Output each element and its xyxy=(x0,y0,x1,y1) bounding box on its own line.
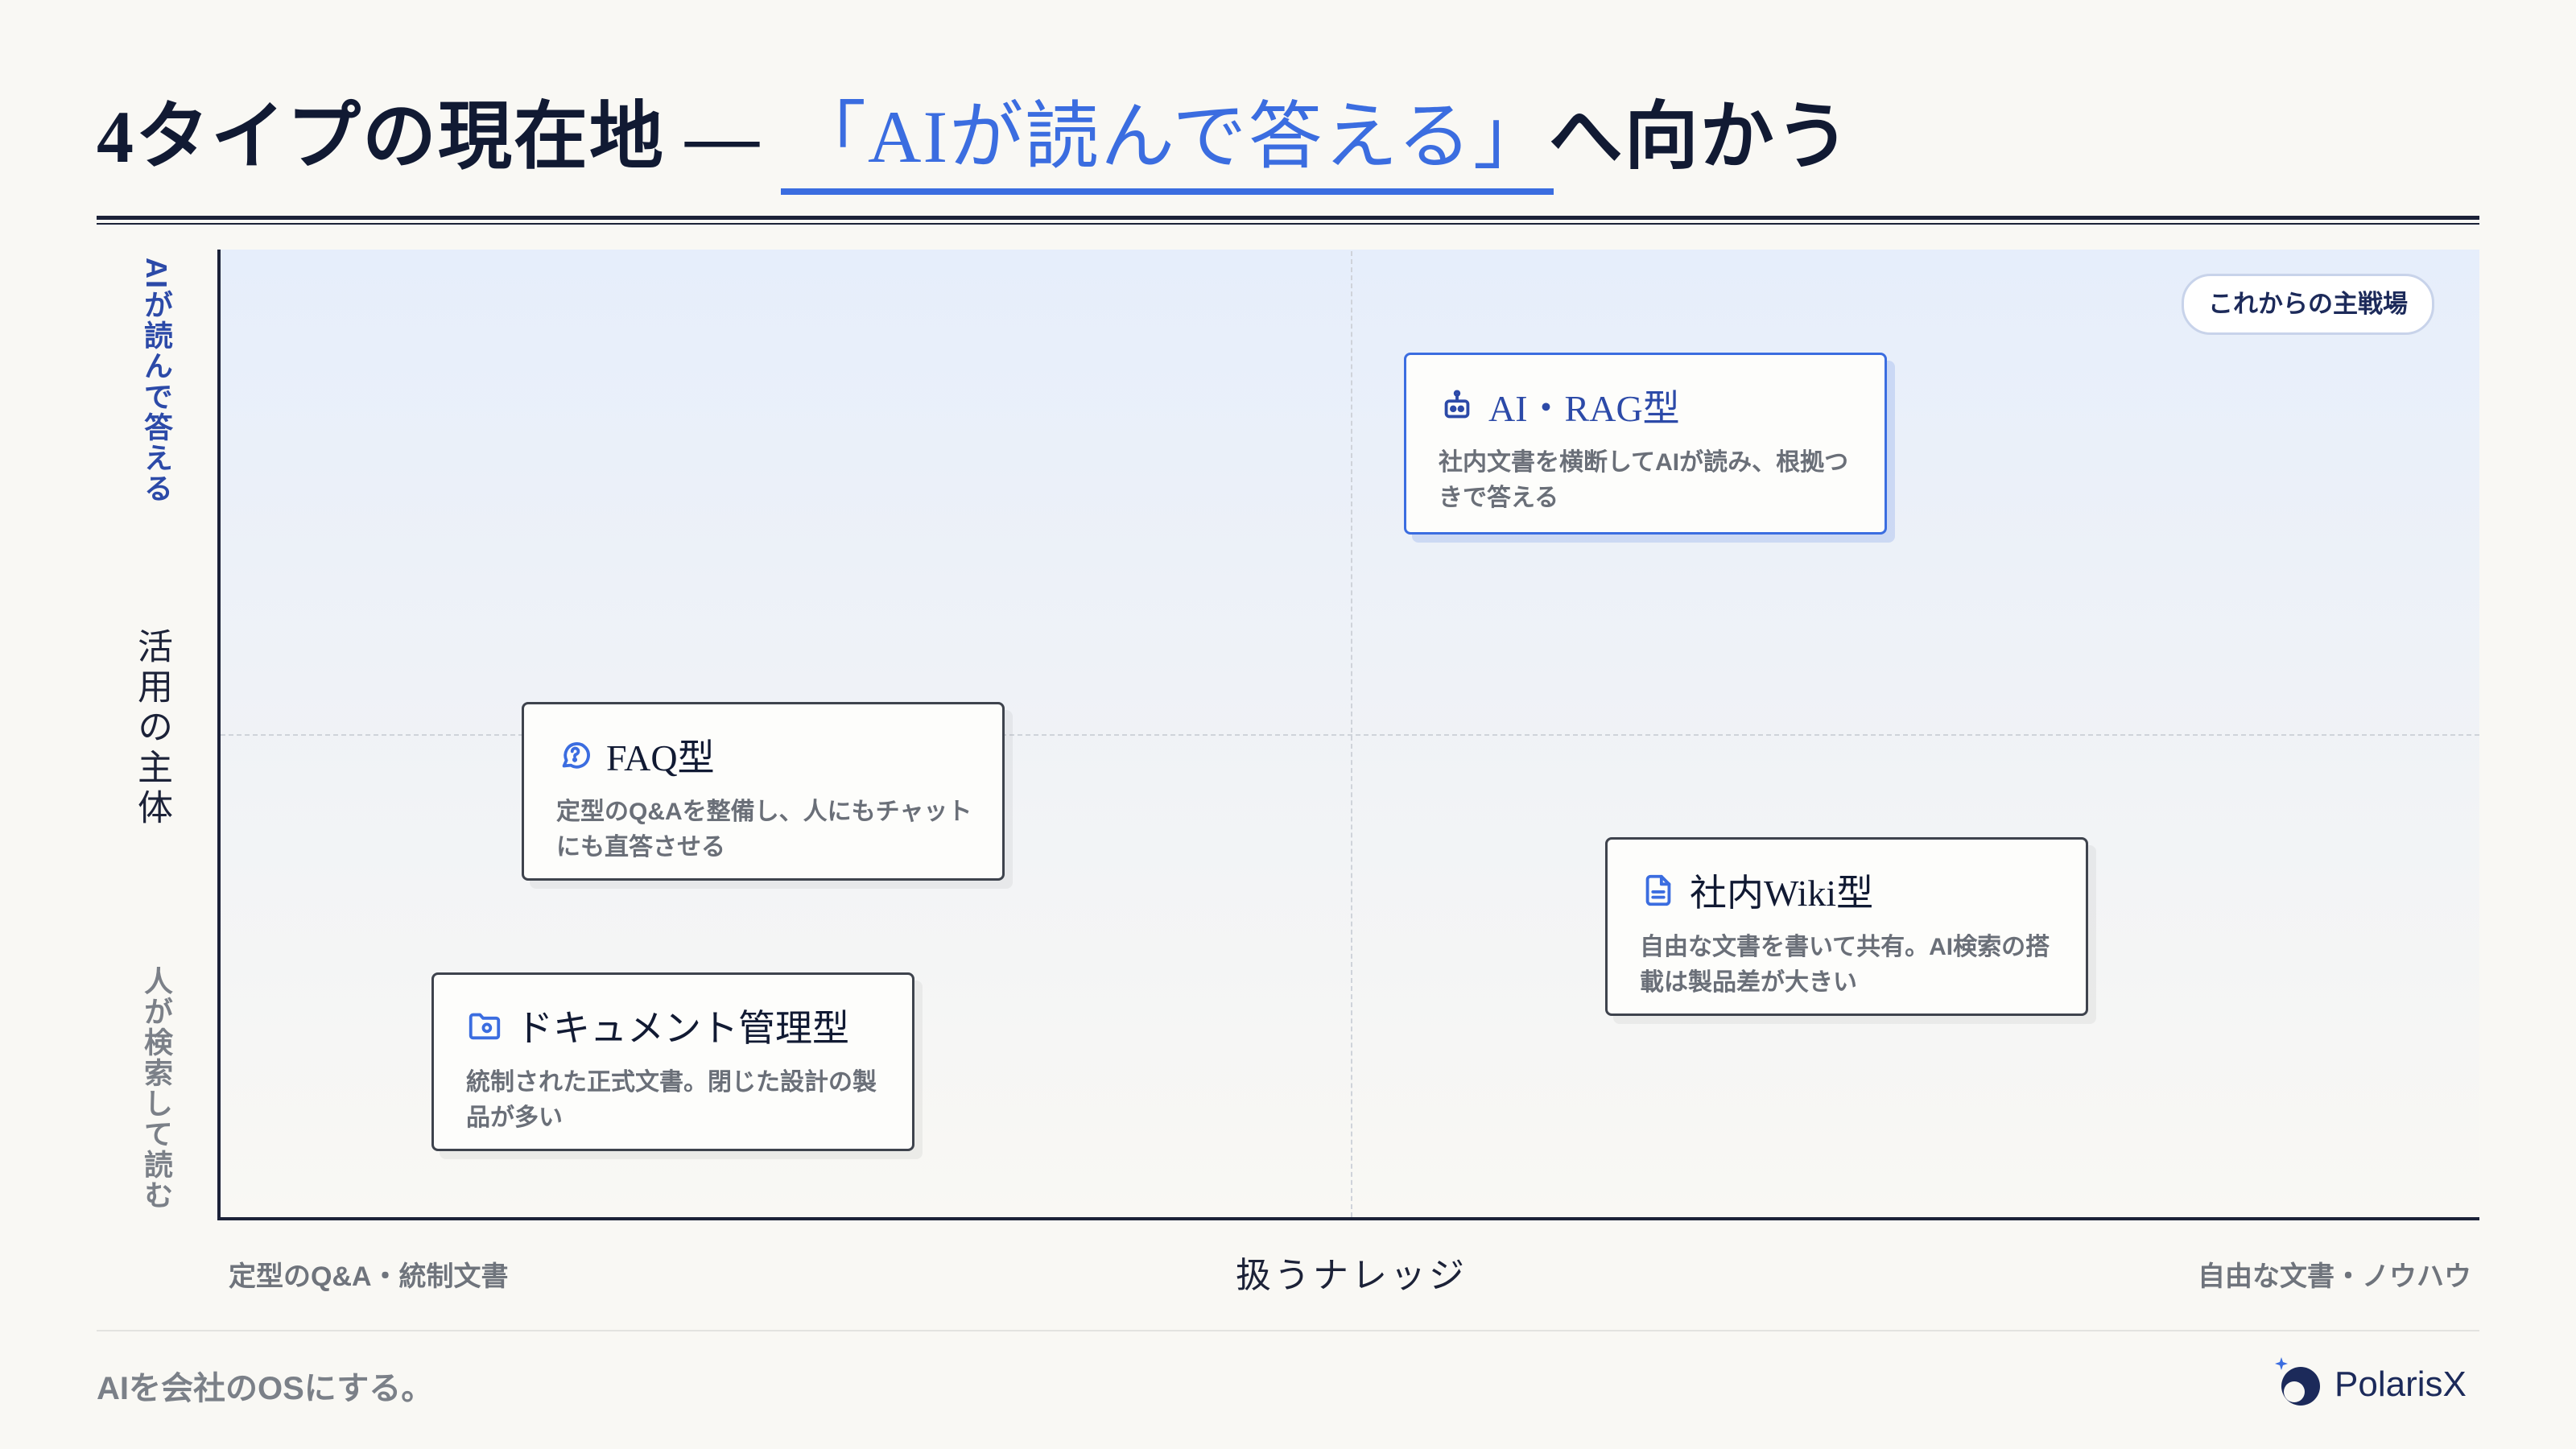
wiki-description: 自由な文書を書いて共有。AI検索の搭載は製品差が大きい xyxy=(1640,934,2050,996)
y-axis-line xyxy=(217,250,221,1220)
doc-management-card: ドキュメント管理型 統制された正式文書。閉じた設計の製品が多い xyxy=(431,972,914,1151)
ai-rag-description: 社内文書を横断してAIが読み、根拠つきで答える xyxy=(1439,449,1849,511)
footer-tagline: AIを会社のOSにする。 xyxy=(97,1371,434,1406)
x-axis-right-label: 自由な文書・ノウハウ xyxy=(2198,1261,2471,1292)
faq-description: 定型のQ&Aを整備し、人にもチャットにも直答させる xyxy=(556,799,972,861)
title-prefix: 4タイプの現在地 — xyxy=(97,96,782,178)
chat-question-icon xyxy=(556,737,593,774)
ai-rag-card: AI・RAG型 社内文書を横断してAIが読み、根拠つきで答える xyxy=(1404,353,1887,535)
y-axis-title: 活用の主体 xyxy=(132,628,171,829)
logo-text: PolarisX xyxy=(2334,1364,2467,1404)
logo-mark-icon xyxy=(2270,1354,2326,1414)
wiki-title: 社内Wiki型 xyxy=(1690,873,1874,914)
robot-icon xyxy=(1439,387,1476,424)
main-battlefield-badge: これからの主戦場 xyxy=(2182,274,2434,335)
faq-card: FAQ型 定型のQ&Aを整備し、人にもチャットにも直答させる xyxy=(522,702,1005,881)
doc-management-title: ドキュメント管理型 xyxy=(516,1008,849,1049)
x-axis-left-label: 定型のQ&A・統制文書 xyxy=(229,1261,509,1292)
document-icon xyxy=(1640,872,1677,909)
folder-icon xyxy=(466,1007,503,1044)
footer-divider xyxy=(97,1330,2479,1331)
y-axis-bottom-label: 人が検索して読む xyxy=(140,966,173,1211)
title-divider xyxy=(97,216,2479,220)
title-divider-thin xyxy=(97,223,2479,225)
title-highlight: 「AIが読んで答える」 xyxy=(781,89,1554,195)
x-axis-title: 扱うナレッジ xyxy=(1236,1256,1468,1295)
x-axis-line xyxy=(217,1217,2479,1220)
wiki-card: 社内Wiki型 自由な文書を書いて共有。AI検索の搭載は製品差が大きい xyxy=(1605,837,2088,1016)
doc-management-description: 統制された正式文書。閉じた設計の製品が多い xyxy=(466,1069,877,1131)
y-axis-top-label: AIが読んで答える xyxy=(140,258,173,504)
polarisx-logo: PolarisX xyxy=(2270,1354,2467,1414)
ai-rag-title: AI・RAG型 xyxy=(1488,388,1680,429)
faq-title: FAQ型 xyxy=(606,737,715,778)
title-suffix: へ向かう xyxy=(1548,96,1852,178)
page-title: 4タイプの現在地 — 「AIが読んで答える」へ向かう xyxy=(97,89,1852,195)
